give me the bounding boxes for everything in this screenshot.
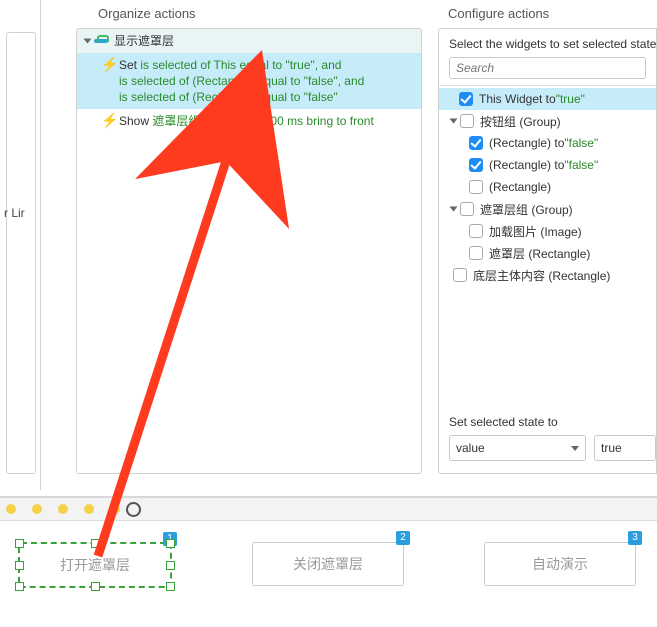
note-marker-outline-icon bbox=[126, 502, 141, 517]
action-text: Set is selected of This equal to "true",… bbox=[119, 57, 415, 105]
button-label: 自动演示 bbox=[532, 554, 588, 574]
library-fragment: r Lir bbox=[4, 206, 25, 220]
tree-row[interactable]: (Rectangle) to "false" bbox=[439, 154, 656, 176]
widget-label: 加载图片 (Image) bbox=[489, 223, 582, 240]
widget-label: This Widget to bbox=[479, 92, 556, 106]
widget-checkbox[interactable] bbox=[469, 136, 483, 150]
search-input[interactable] bbox=[449, 57, 646, 79]
tree-row[interactable]: 遮罩层组 (Group) bbox=[439, 198, 656, 220]
library-strip: r Lir bbox=[0, 0, 41, 490]
action-show[interactable]: ⚡ Show 遮罩层组 slide down 500 ms bring to f… bbox=[77, 109, 421, 133]
set-state-label: Set selected state to bbox=[449, 415, 656, 429]
widget-label: 按钮组 (Group) bbox=[480, 113, 561, 130]
footnote-badge: 2 bbox=[396, 531, 410, 545]
canvas-button[interactable]: 自动演示3 bbox=[484, 542, 636, 586]
widget-checkbox[interactable] bbox=[469, 224, 483, 238]
selection-handle[interactable] bbox=[166, 539, 175, 548]
widget-tree[interactable]: This Widget to "true" 按钮组 (Group) (Rectang… bbox=[439, 85, 656, 286]
note-marker-icon bbox=[6, 504, 16, 514]
canvas-button[interactable]: 关闭遮罩层2 bbox=[252, 542, 404, 586]
widget-checkbox[interactable] bbox=[469, 246, 483, 260]
configure-actions-body: Select the widgets to set selected state… bbox=[438, 28, 657, 474]
selection-handle[interactable] bbox=[15, 539, 24, 548]
footnote-badge: 3 bbox=[628, 531, 642, 545]
disclosure-icon[interactable] bbox=[84, 39, 92, 44]
widget-checkbox[interactable] bbox=[460, 114, 474, 128]
bolt-icon: ⚡ bbox=[101, 57, 115, 71]
widget-checkbox[interactable] bbox=[453, 268, 467, 282]
widget-label: 遮罩层 (Rectangle) bbox=[489, 245, 590, 262]
configure-actions-title: Configure actions bbox=[448, 6, 549, 21]
disclosure-icon[interactable] bbox=[450, 207, 458, 212]
widget-label: (Rectangle) bbox=[489, 180, 551, 194]
set-state-section: Set selected state to value true bbox=[449, 415, 656, 461]
case-label: 显示遮罩层 bbox=[114, 33, 415, 49]
widget-value: "true" bbox=[556, 92, 585, 106]
organize-actions-body[interactable]: 显示遮罩层 ⚡ Set is selected of This equal to… bbox=[76, 28, 422, 474]
tree-row[interactable]: 底层主体内容 (Rectangle) bbox=[439, 264, 656, 286]
configure-actions-panel: Configure actions Select the widgets to … bbox=[438, 0, 657, 490]
tree-row[interactable]: (Rectangle) to "false" bbox=[439, 132, 656, 154]
state-true-dropdown[interactable]: true bbox=[594, 435, 656, 461]
tree-row[interactable]: 遮罩层 (Rectangle) bbox=[439, 242, 656, 264]
button-label: 打开遮罩层 bbox=[60, 555, 130, 575]
bolt-icon: ⚡ bbox=[101, 113, 115, 127]
case-row[interactable]: 显示遮罩层 bbox=[77, 29, 421, 53]
state-value-dropdown[interactable]: value bbox=[449, 435, 586, 461]
tree-row[interactable]: 加载图片 (Image) bbox=[439, 220, 656, 242]
button-label: 关闭遮罩层 bbox=[293, 554, 363, 574]
selection-handle[interactable] bbox=[15, 582, 24, 591]
organize-actions-title: Organize actions bbox=[98, 6, 196, 21]
dropdown-text: true bbox=[601, 441, 622, 455]
selection-handle[interactable] bbox=[166, 582, 175, 591]
widget-checkbox[interactable] bbox=[460, 202, 474, 216]
search-box[interactable] bbox=[449, 57, 646, 79]
action-text: Show 遮罩层组 slide down 500 ms bring to fro… bbox=[119, 113, 415, 129]
dropdown-text: value bbox=[456, 441, 485, 455]
caret-down-icon bbox=[571, 446, 579, 451]
canvas-buttons: 打开遮罩层1 关闭遮罩层2 自动演示3 bbox=[18, 542, 636, 588]
canvas-button[interactable]: 打开遮罩层1 bbox=[18, 542, 172, 588]
widget-label: (Rectangle) to bbox=[489, 158, 564, 172]
case-icon bbox=[94, 35, 108, 47]
selection-handle[interactable] bbox=[166, 561, 175, 570]
widget-checkbox[interactable] bbox=[469, 158, 483, 172]
selection-handle[interactable] bbox=[91, 582, 100, 591]
tree-row[interactable]: This Widget to "true" bbox=[439, 88, 656, 110]
action-set-selected[interactable]: ⚡ Set is selected of This equal to "true… bbox=[77, 53, 421, 109]
widget-checkbox[interactable] bbox=[469, 180, 483, 194]
disclosure-icon[interactable] bbox=[450, 119, 458, 124]
selection-handle[interactable] bbox=[91, 539, 100, 548]
library-panel bbox=[6, 32, 36, 474]
widget-value: "false" bbox=[564, 136, 598, 150]
configure-subtitle: Select the widgets to set selected state bbox=[439, 29, 656, 57]
selection-handle[interactable] bbox=[15, 561, 24, 570]
design-canvas[interactable]: 打开遮罩层1关闭遮罩层2自动演示3 bbox=[0, 496, 657, 627]
organize-actions-panel: Organize actions 显示遮罩层 ⚡ Set is selected… bbox=[48, 0, 428, 490]
widget-checkbox[interactable] bbox=[459, 92, 473, 106]
widget-label: 底层主体内容 (Rectangle) bbox=[473, 267, 610, 284]
widget-label: (Rectangle) to bbox=[489, 136, 564, 150]
widget-value: "false" bbox=[564, 158, 598, 172]
widget-label: 遮罩层组 (Group) bbox=[480, 201, 573, 218]
tree-row[interactable]: (Rectangle) bbox=[439, 176, 656, 198]
tree-row[interactable]: 按钮组 (Group) bbox=[439, 110, 656, 132]
ruler bbox=[0, 498, 657, 521]
